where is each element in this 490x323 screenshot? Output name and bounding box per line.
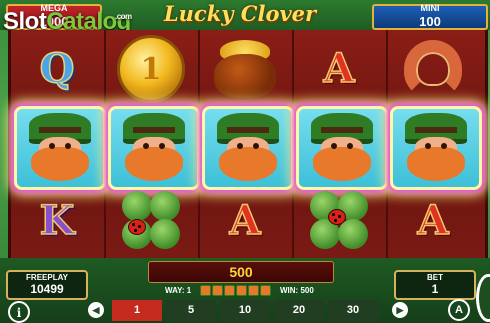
freeplay-value: 10499 (30, 282, 64, 296)
symbol-leprechaun (296, 106, 388, 190)
ways-text: WAY: 1 (165, 286, 192, 295)
leprechaun-mini-icon (200, 285, 211, 296)
symbol-a-letter: A (323, 45, 356, 92)
leprechaun-icon (213, 113, 283, 183)
leprechaun-mini-icon (248, 285, 259, 296)
freeplay-label: FREEPLAY (26, 273, 68, 282)
horseshoe-icon (404, 40, 462, 98)
win-line-summary: WAY: 1 WIN: 500 (160, 285, 330, 297)
symbol-pot-of-gold (201, 32, 289, 106)
win-amount-display: 500 (148, 261, 334, 283)
symbol-clover (295, 184, 383, 258)
clover-icon (304, 189, 374, 253)
ladybug-icon (328, 209, 346, 225)
freeplay-box: FREEPLAY 10499 (6, 270, 88, 300)
symbol-a: A (389, 184, 477, 258)
leprechaun-mini-icon (224, 285, 235, 296)
leprechaun-icon (119, 113, 189, 183)
game-scene: MEGA 1000 Lucky Clover Spins MINI 100 Sl… (0, 0, 490, 323)
autoplay-button[interactable]: A (448, 299, 470, 321)
mini-jackpot-value: 100 (419, 14, 441, 29)
win-text: WIN: 500 (280, 286, 314, 295)
info-button[interactable]: i (8, 301, 30, 323)
leprechaun-mini-icon (212, 285, 223, 296)
ladybug-icon (128, 219, 146, 235)
pot-body (214, 54, 276, 98)
bet-option[interactable]: 20 (274, 300, 324, 321)
watermark-sub: .com (115, 12, 132, 21)
leprechaun-mini-icon (236, 285, 247, 296)
bet-option[interactable]: 1 (112, 300, 162, 321)
symbol-a: A (295, 32, 383, 106)
symbol-k-letter: K (39, 197, 75, 244)
reel-area: Q 1 A K A A (8, 30, 488, 258)
bet-decrease-button[interactable]: ◀ (88, 302, 104, 318)
mini-jackpot: MINI 100 (372, 3, 488, 30)
leprechaun-icon (401, 113, 471, 183)
symbol-horseshoe (389, 32, 477, 106)
symbol-a: A (201, 184, 289, 258)
symbol-leprechaun (202, 106, 294, 190)
bet-option[interactable]: 5 (166, 300, 216, 321)
symbol-q-letter: Q (39, 45, 75, 92)
winning-symbols (200, 285, 272, 298)
symbol-a-letter: A (417, 197, 450, 244)
bet-option[interactable]: 30 (328, 300, 378, 321)
leprechaun-mini-icon (260, 285, 271, 296)
bet-option[interactable]: 10 (220, 300, 270, 321)
bet-selector: ◀ 1 5 10 20 30 ▶ (86, 300, 412, 321)
symbol-leprechaun (390, 106, 482, 190)
bet-value: 1 (431, 282, 439, 296)
pot-of-gold-icon (210, 38, 280, 100)
symbol-leprechaun (108, 106, 200, 190)
bet-label: BET (427, 273, 443, 282)
symbol-q: Q (13, 32, 101, 106)
bet-box: BET 1 (394, 270, 476, 300)
symbol-clover (107, 184, 195, 258)
symbol-coin: 1 (107, 32, 195, 106)
symbol-leprechaun (14, 106, 106, 190)
mini-jackpot-label: MINI (420, 3, 440, 13)
bet-increase-button[interactable]: ▶ (392, 302, 408, 318)
leprechaun-icon (307, 113, 377, 183)
game-title: Lucky Clover Spins (163, 1, 317, 54)
leprechaun-icon (25, 113, 95, 183)
coin-icon: 1 (117, 35, 185, 103)
symbol-a-letter: A (229, 197, 262, 244)
symbol-k: K (13, 184, 101, 258)
clover-icon (116, 189, 186, 253)
